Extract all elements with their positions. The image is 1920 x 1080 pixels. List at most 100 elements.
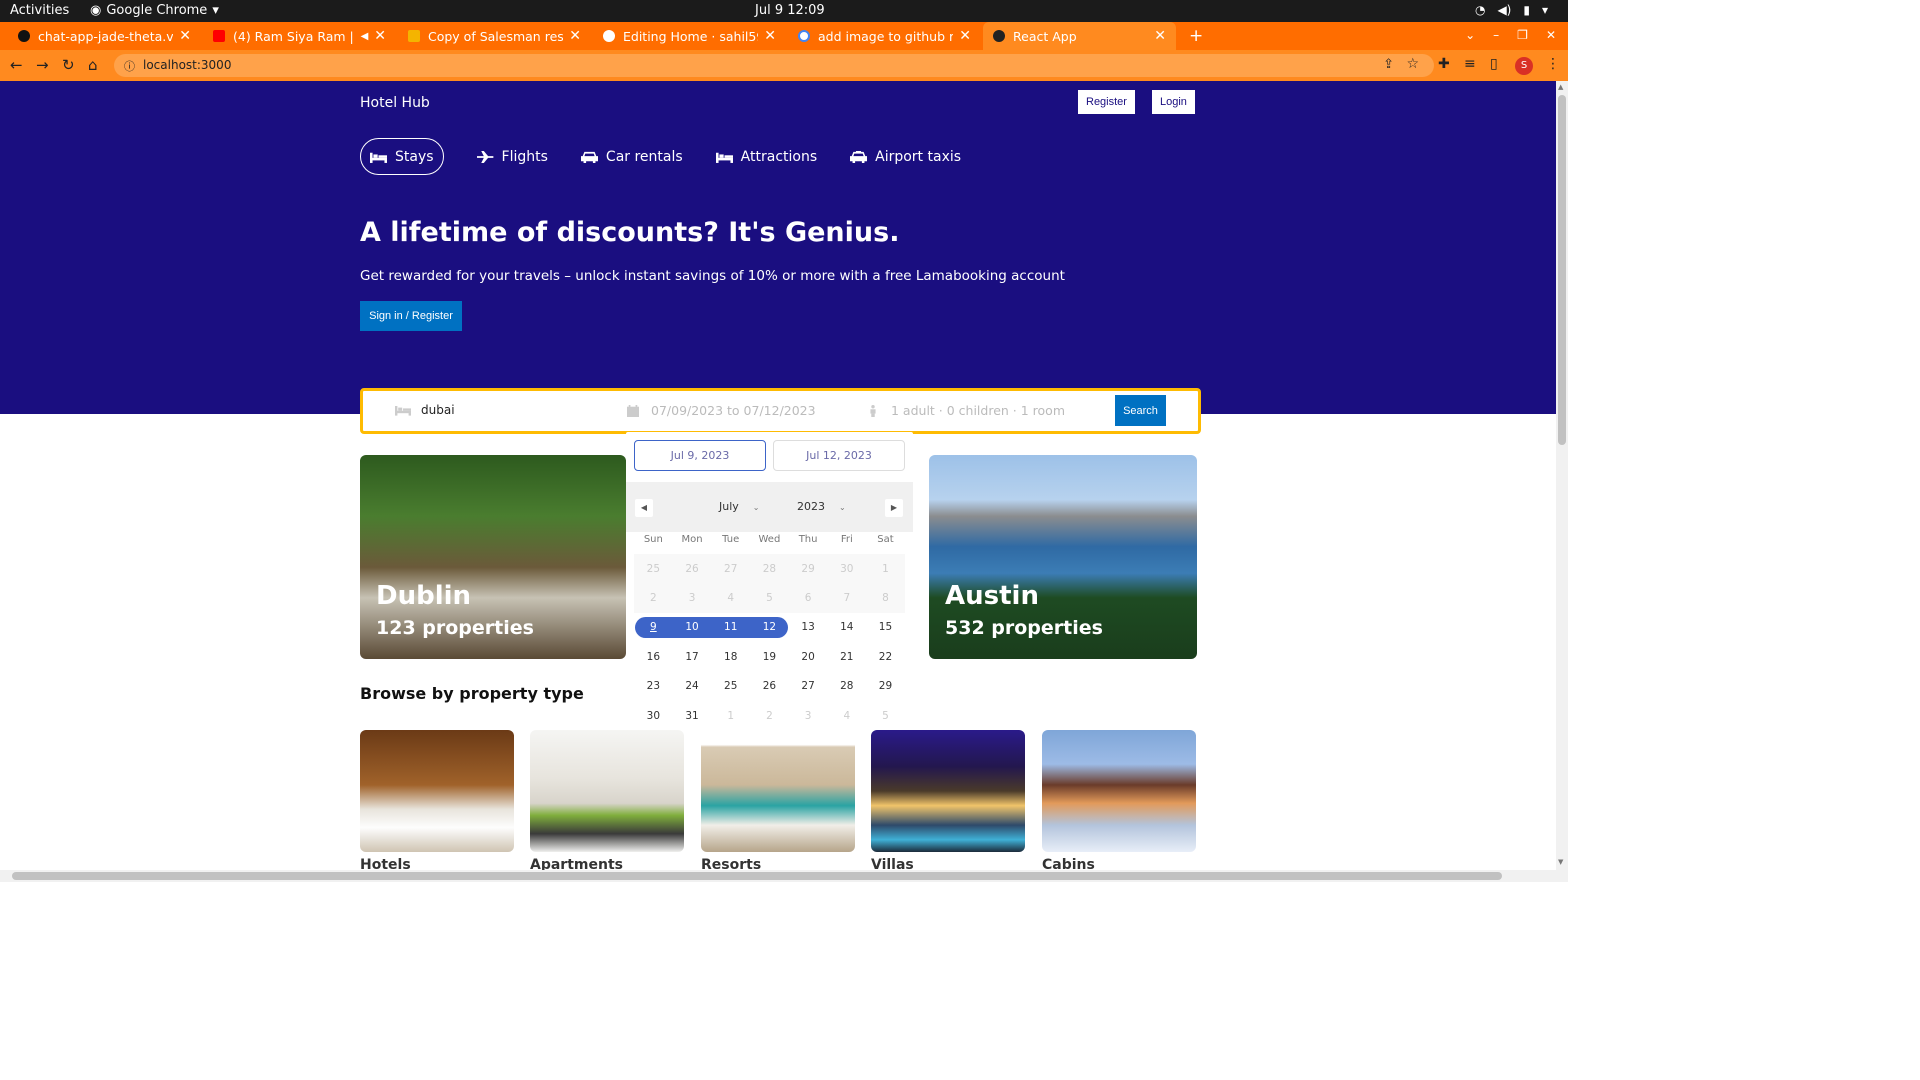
register-button[interactable]: Register <box>1078 90 1135 114</box>
sign-in-register-button[interactable]: Sign in / Register <box>360 301 462 331</box>
calendar-day[interactable]: 18 <box>711 651 750 663</box>
weekday-label: Fri <box>840 534 853 545</box>
side-panel-icon[interactable]: ▯ <box>1490 56 1498 72</box>
calendar-day-selected[interactable]: 9 <box>634 621 673 633</box>
maximize-icon[interactable]: ❐ <box>1517 28 1528 42</box>
year-select[interactable]: 2023 ⌄ <box>797 500 846 513</box>
calendar-day[interactable]: 26 <box>750 680 789 692</box>
system-tray[interactable]: ◔ ◀) ▮ ▾ <box>1475 3 1548 17</box>
calendar-day[interactable]: 29 <box>866 680 905 692</box>
prev-month-icon[interactable]: ◀ <box>635 499 653 517</box>
browser-tab[interactable]: Copy of Salesman resume ✕ <box>398 22 591 50</box>
property-type-card[interactable]: Apartments <box>530 730 684 870</box>
calendar-day[interactable]: 25 <box>711 680 750 692</box>
calendar-day[interactable]: 31 <box>673 710 712 722</box>
search-button[interactable]: Search <box>1115 395 1166 426</box>
calendar-day-disabled: 30 <box>840 562 854 575</box>
extensions-icon[interactable]: ✚ <box>1438 56 1450 72</box>
close-icon[interactable]: ✕ <box>1154 28 1166 44</box>
destination-input[interactable] <box>421 403 581 417</box>
date-range-field[interactable]: 07/09/2023 to 07/12/2023 <box>625 403 816 418</box>
home-icon[interactable]: ⌂ <box>88 56 98 74</box>
vertical-scrollbar[interactable]: ▲ ▼ <box>1556 81 1568 870</box>
guests-field[interactable]: 1 adult · 0 children · 1 room <box>865 403 1065 418</box>
calendar-day-selected[interactable]: 10 <box>673 621 712 633</box>
start-date-input[interactable]: Jul 9, 2023 <box>634 440 766 471</box>
browser-tab[interactable]: chat-app-jade-theta.verce ✕ <box>8 22 201 50</box>
forward-icon[interactable]: → <box>36 56 49 74</box>
profile-avatar[interactable]: S <box>1515 57 1533 75</box>
calendar-day[interactable]: 24 <box>673 680 712 692</box>
browser-tab[interactable]: Editing Home · sahil5910/ ✕ <box>593 22 786 50</box>
share-icon[interactable]: ⇪ <box>1383 57 1394 72</box>
close-icon[interactable]: ✕ <box>374 28 386 44</box>
media-control-icon[interactable]: ≡ <box>1464 56 1476 72</box>
close-icon[interactable]: ✕ <box>764 28 776 44</box>
calendar-day[interactable]: 19 <box>750 651 789 663</box>
calendar-day[interactable]: 20 <box>789 651 828 663</box>
nav-item-airport-taxis[interactable]: Airport taxis <box>850 138 961 175</box>
site-logo[interactable]: Hotel Hub <box>360 95 430 111</box>
calendar-day[interactable]: 15 <box>866 621 905 633</box>
calendar-day[interactable]: 22 <box>866 651 905 663</box>
scrollbar-thumb[interactable] <box>12 872 1502 880</box>
close-icon[interactable]: ✕ <box>179 28 191 44</box>
address-bar[interactable]: ⓘ localhost:3000 ⇪ ☆ <box>114 54 1434 77</box>
calendar-day[interactable]: 28 <box>827 680 866 692</box>
back-icon[interactable]: ← <box>10 56 23 74</box>
calendar-day[interactable]: 13 <box>789 621 828 633</box>
reload-icon[interactable]: ↻ <box>62 56 75 74</box>
calendar-day[interactable]: 16 <box>634 651 673 663</box>
close-icon[interactable]: ✕ <box>959 28 971 44</box>
close-icon[interactable]: ✕ <box>569 28 581 44</box>
bookmark-star-icon[interactable]: ☆ <box>1406 56 1419 72</box>
new-tab-button[interactable]: + <box>1189 26 1203 46</box>
calendar-day-passive: 3 <box>804 709 812 722</box>
nav-item-attractions[interactable]: Attractions <box>715 138 817 175</box>
property-type-card[interactable]: Cabins <box>1042 730 1196 870</box>
browser-tab[interactable]: (4) Ram Siya Ram | Lofi ◀ ✕ <box>203 22 396 50</box>
property-type-card[interactable]: Villas <box>871 730 1025 870</box>
scroll-up-icon[interactable]: ▲ <box>1558 83 1563 91</box>
app-menu[interactable]: ◉ Google Chrome ▾ <box>90 3 219 18</box>
calendar-day-selected[interactable]: 11 <box>711 621 750 633</box>
calendar-day-selected[interactable]: 12 <box>750 621 789 633</box>
property-type-card[interactable]: Resorts <box>701 730 855 870</box>
year-value: 2023 <box>797 500 825 513</box>
property-type-card[interactable]: Hotels <box>360 730 514 870</box>
next-month-icon[interactable]: ▶ <box>885 499 903 517</box>
calendar-day[interactable]: 30 <box>634 710 673 722</box>
nav-item-label: Flights <box>501 148 548 165</box>
minimize-icon[interactable]: – <box>1493 28 1499 42</box>
nav-item-car-rentals[interactable]: Car rentals <box>580 138 683 175</box>
tab-search-icon[interactable]: ⌄ <box>1465 28 1475 42</box>
end-date-input[interactable]: Jul 12, 2023 <box>773 440 905 471</box>
calendar-day[interactable]: 21 <box>827 651 866 663</box>
browser-tab-active[interactable]: React App ✕ <box>983 22 1176 50</box>
login-button[interactable]: Login <box>1152 90 1195 114</box>
clock[interactable]: Jul 9 12:09 <box>755 3 825 18</box>
app-name: Google Chrome <box>106 3 208 18</box>
speaker-icon[interactable]: ◀ <box>361 31 369 42</box>
scroll-down-icon[interactable]: ▼ <box>1558 858 1563 866</box>
property-type-label: Cabins <box>1042 857 1095 870</box>
activities-button[interactable]: Activities <box>10 3 69 18</box>
property-type-label: Hotels <box>360 857 411 870</box>
month-select[interactable]: July ⌄ <box>719 500 760 513</box>
calendar-day[interactable]: 17 <box>673 651 712 663</box>
horizontal-scrollbar[interactable] <box>0 870 1568 882</box>
scrollbar-thumb[interactable] <box>1558 95 1566 445</box>
calendar-day[interactable]: 14 <box>827 621 866 633</box>
more-menu-icon[interactable]: ⋮ <box>1546 56 1560 72</box>
url-text[interactable]: localhost:3000 <box>143 58 231 72</box>
calendar-day[interactable]: 23 <box>634 680 673 692</box>
info-icon[interactable]: ⓘ <box>124 58 135 74</box>
destination-field[interactable] <box>395 403 581 417</box>
nav-item-flights[interactable]: Flights <box>476 138 548 175</box>
featured-card-austin[interactable]: Austin 532 properties <box>929 455 1197 659</box>
nav-item-stays[interactable]: Stays <box>360 138 444 175</box>
browser-tab[interactable]: add image to github repo ✕ <box>788 22 981 50</box>
calendar-day[interactable]: 27 <box>789 680 828 692</box>
featured-card-dublin[interactable]: Dublin 123 properties <box>360 455 626 659</box>
close-window-icon[interactable]: ✕ <box>1546 28 1556 42</box>
